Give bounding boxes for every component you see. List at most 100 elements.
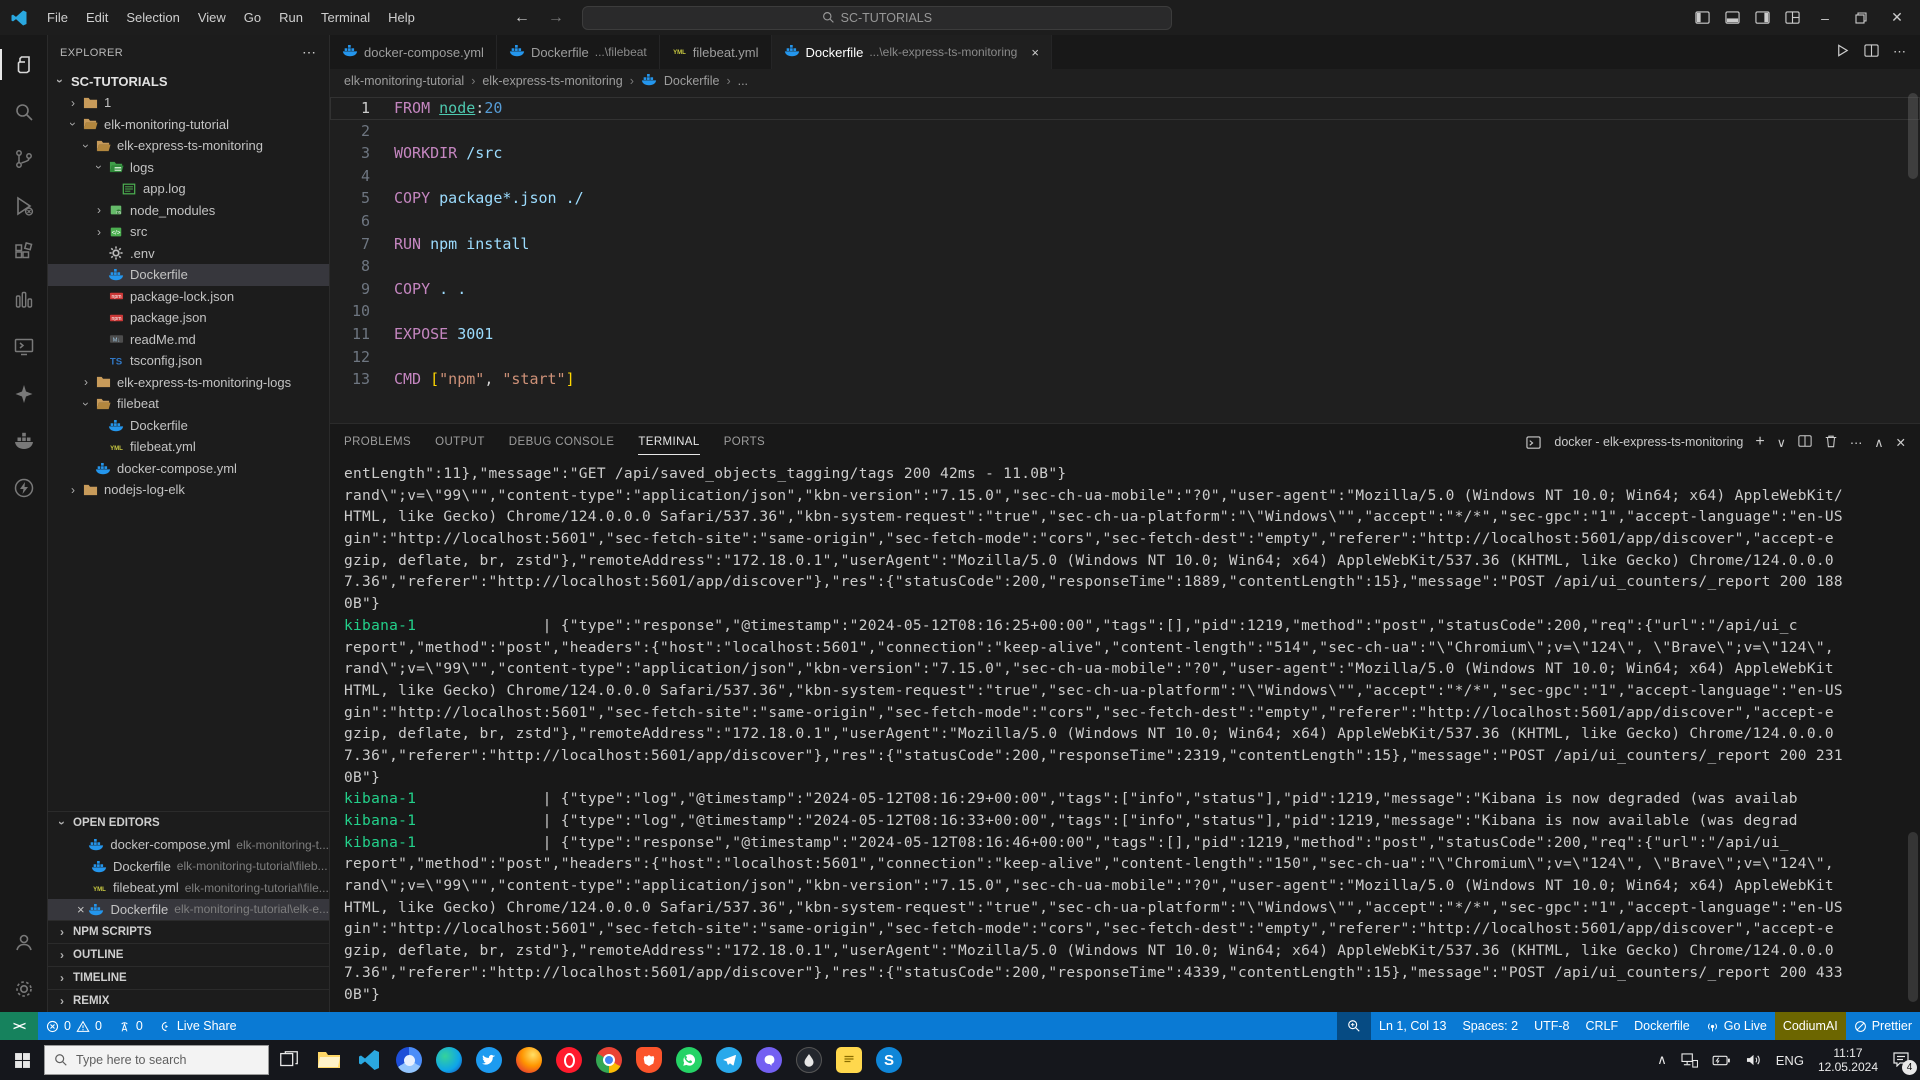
viber-icon[interactable]: [749, 1040, 789, 1080]
zoom-indicator[interactable]: [1337, 1012, 1372, 1040]
tree-item-filebeat[interactable]: › filebeat: [48, 393, 329, 415]
remote-explorer-icon[interactable]: [0, 323, 48, 370]
section-timeline[interactable]: › TIMELINE: [48, 966, 329, 989]
tab-docker-compose-yml[interactable]: docker-compose.yml: [330, 35, 497, 69]
close-panel-icon[interactable]: ✕: [1896, 435, 1906, 450]
tree-item-logs[interactable]: › logs: [48, 157, 329, 179]
brave-icon[interactable]: [629, 1040, 669, 1080]
close-tab-icon[interactable]: ×: [1031, 45, 1039, 60]
code-line-2[interactable]: 2: [330, 120, 1920, 143]
menu-run[interactable]: Run: [270, 10, 312, 25]
speaker-icon[interactable]: [1745, 1053, 1762, 1067]
toggle-primary-sidebar-icon[interactable]: [1688, 5, 1716, 31]
section-outline[interactable]: › OUTLINE: [48, 943, 329, 966]
tree-item-readme-md[interactable]: M↓ readMe.md: [48, 329, 329, 351]
split-terminal-icon[interactable]: [1798, 434, 1812, 451]
code-line-10[interactable]: 10: [330, 300, 1920, 323]
terminal-scrollbar[interactable]: [1908, 832, 1918, 1002]
docker-icon[interactable]: [0, 417, 48, 464]
menu-file[interactable]: File: [38, 10, 77, 25]
code-line-6[interactable]: 6: [330, 210, 1920, 233]
settings-gear-icon[interactable]: [0, 965, 48, 1012]
tree-item-dockerfile[interactable]: Dockerfile: [48, 415, 329, 437]
minimize-button[interactable]: –: [1808, 3, 1842, 33]
menu-terminal[interactable]: Terminal: [312, 10, 379, 25]
columns-icon[interactable]: [0, 276, 48, 323]
taskbar-search-input[interactable]: Type here to search: [44, 1045, 269, 1075]
firefox-icon[interactable]: [509, 1040, 549, 1080]
thunder-client-icon[interactable]: [0, 464, 48, 511]
code-line-12[interactable]: 12: [330, 346, 1920, 369]
nav-back-icon[interactable]: ←: [514, 9, 530, 27]
indentation-status[interactable]: Spaces: 2: [1454, 1012, 1526, 1040]
terminal-output[interactable]: entLength":11},"message":"GET /api/saved…: [330, 460, 1920, 1012]
breadcrumb-item[interactable]: ...: [738, 74, 748, 88]
twitter-icon[interactable]: [469, 1040, 509, 1080]
explorer-more-actions-icon[interactable]: ⋯: [302, 44, 317, 61]
edge-icon[interactable]: [429, 1040, 469, 1080]
cursor-position[interactable]: Ln 1, Col 13: [1371, 1012, 1454, 1040]
notification-center-button[interactable]: 4: [1892, 1051, 1917, 1075]
command-center-search[interactable]: SC-TUTORIALS: [581, 5, 1172, 30]
panel-tab-terminal[interactable]: TERMINAL: [638, 424, 701, 460]
start-button[interactable]: [0, 1040, 44, 1080]
tree-item-app-log[interactable]: app.log: [48, 178, 329, 200]
vscode-icon[interactable]: [349, 1040, 389, 1080]
task-view-icon[interactable]: [269, 1040, 309, 1080]
close-editor-icon[interactable]: ×: [74, 902, 87, 917]
open-editor-dockerfile[interactable]: × Dockerfile elk-monitoring-tutorial\elk-e…: [48, 898, 329, 920]
tab-dockerfile[interactable]: Dockerfile ...\filebeat: [496, 35, 660, 69]
code-line-3[interactable]: 3 WORKDIR /src: [330, 142, 1920, 165]
codiumai-button[interactable]: CodiumAI: [1774, 1012, 1846, 1040]
encoding-status[interactable]: UTF-8: [1526, 1012, 1577, 1040]
prettier-button[interactable]: Prettier: [1846, 1012, 1920, 1040]
section-npm-scripts[interactable]: › NPM SCRIPTS: [48, 920, 329, 943]
menu-go[interactable]: Go: [235, 10, 270, 25]
code-line-4[interactable]: 4: [330, 165, 1920, 188]
panel-tab-problems[interactable]: PROBLEMS: [344, 424, 411, 460]
file-explorer-icon[interactable]: [309, 1040, 349, 1080]
network-icon[interactable]: [1681, 1052, 1698, 1068]
open-editor-docker-compose-yml[interactable]: docker-compose.yml elk-monitoring-t...: [48, 834, 329, 856]
tree-item-nodejs-log-elk[interactable]: › nodejs-log-elk: [48, 479, 329, 501]
customize-layout-icon[interactable]: [1778, 5, 1806, 31]
search-icon[interactable]: [0, 88, 48, 135]
whatsapp-icon[interactable]: [669, 1040, 709, 1080]
close-button[interactable]: ✕: [1880, 3, 1914, 33]
tree-item-tsconfig-json[interactable]: TS tsconfig.json: [48, 350, 329, 372]
breadcrumb-item[interactable]: elk-express-ts-monitoring: [482, 74, 622, 88]
problems-status[interactable]: 0 0: [38, 1012, 110, 1040]
tree-item-elk-express-ts-monitoring-logs[interactable]: › elk-express-ts-monitoring-logs: [48, 372, 329, 394]
clock[interactable]: 11:17 12.05.2024: [1818, 1046, 1878, 1074]
editor-more-actions-icon[interactable]: ⋯: [1893, 44, 1906, 60]
run-button-icon[interactable]: [1835, 43, 1850, 61]
chrome-icon[interactable]: [589, 1040, 629, 1080]
code-line-8[interactable]: 8: [330, 255, 1920, 278]
panel-tab-debug-console[interactable]: DEBUG CONSOLE: [509, 424, 615, 460]
tree-item-elk-express-ts-monitoring[interactable]: › elk-express-ts-monitoring: [48, 135, 329, 157]
notes-icon[interactable]: [829, 1040, 869, 1080]
menu-view[interactable]: View: [189, 10, 235, 25]
open-editor-dockerfile[interactable]: Dockerfile elk-monitoring-tutorial\fileb.…: [48, 856, 329, 878]
breadcrumb-item[interactable]: elk-monitoring-tutorial: [344, 74, 464, 88]
nav-forward-icon[interactable]: →: [548, 9, 564, 27]
telegram-icon[interactable]: [709, 1040, 749, 1080]
menu-help[interactable]: Help: [379, 10, 424, 25]
live-share-button[interactable]: Live Share: [151, 1012, 245, 1040]
code-line-1[interactable]: 1 FROM node:20: [330, 97, 1920, 120]
tree-item-dockerfile[interactable]: Dockerfile: [48, 264, 329, 286]
tree-item-node-modules[interactable]: › ns node_modules: [48, 200, 329, 222]
language-indicator[interactable]: ENG: [1776, 1053, 1804, 1068]
code-line-7[interactable]: 7 RUN npm install: [330, 233, 1920, 256]
tree-item-filebeat-yml[interactable]: YML filebeat.yml: [48, 436, 329, 458]
eol-status[interactable]: CRLF: [1577, 1012, 1626, 1040]
tree-item-package-json[interactable]: npm package.json: [48, 307, 329, 329]
code-line-5[interactable]: 5 COPY package*.json ./: [330, 187, 1920, 210]
explorer-icon[interactable]: [0, 41, 48, 88]
tree-root-folder[interactable]: › SC-TUTORIALS: [48, 70, 329, 92]
menu-selection[interactable]: Selection: [117, 10, 188, 25]
language-mode[interactable]: Dockerfile: [1626, 1012, 1698, 1040]
toggle-secondary-sidebar-icon[interactable]: [1748, 5, 1776, 31]
go-live-button[interactable]: Go Live: [1698, 1012, 1775, 1040]
tree-item-1[interactable]: › 1: [48, 92, 329, 114]
